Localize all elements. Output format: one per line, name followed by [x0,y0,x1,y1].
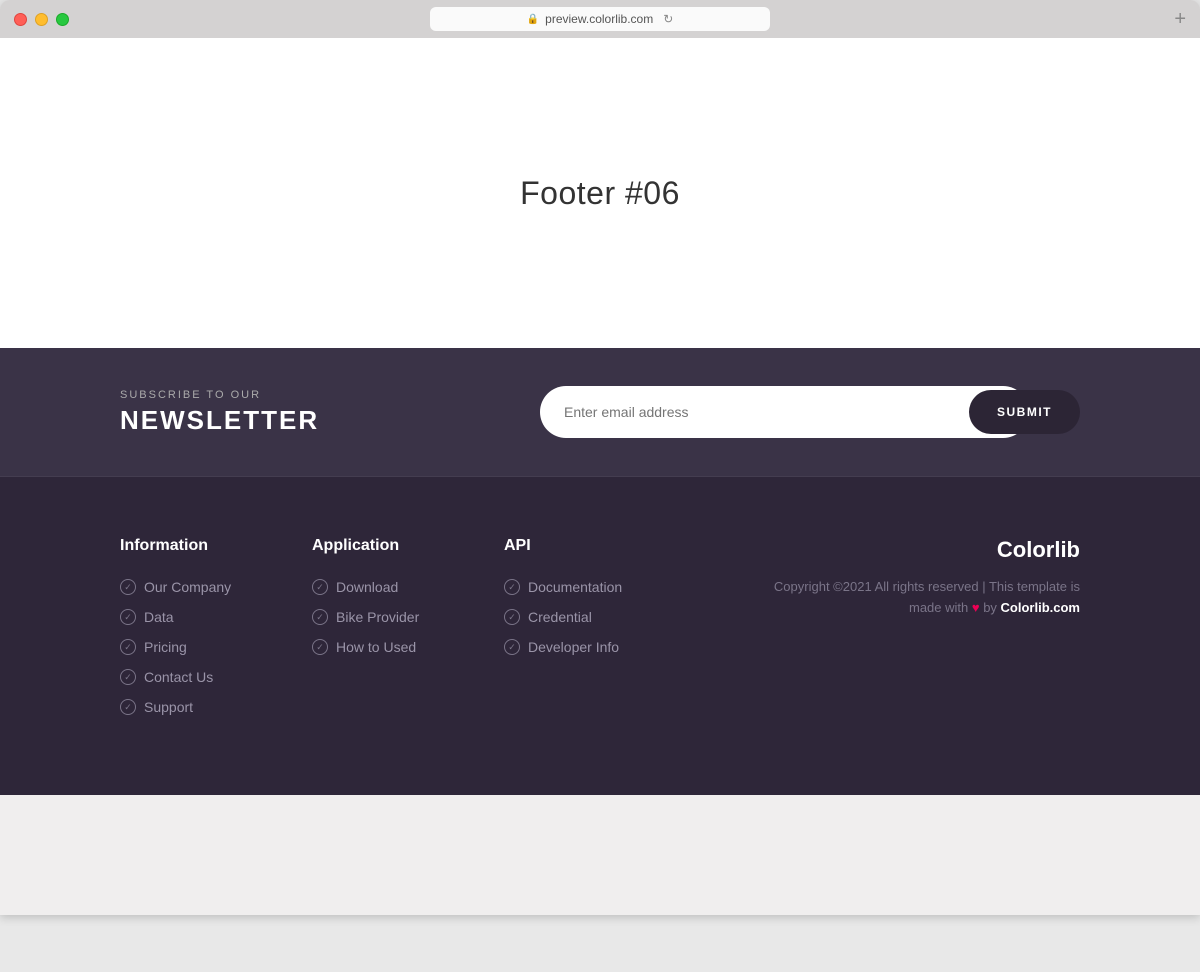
link-label: Data [144,609,174,625]
footer-columns: Information ✓Our Company ✓Data ✓Pricing … [120,537,1080,715]
footer-col-brand: Colorlib Copyright ©2021 All rights rese… [696,537,1080,715]
list-item[interactable]: ✓ Bike Provider [312,609,504,625]
api-title: API [504,537,696,555]
list-item[interactable]: ✓ Download [312,579,504,595]
check-icon: ✓ [312,609,328,625]
link-label: Bike Provider [336,609,419,625]
heart-symbol: ♥ [972,600,980,615]
browser-window: 🔒 preview.colorlib.com ↻ + Footer #06 SU… [0,0,1200,915]
list-item[interactable]: ✓ Contact Us [120,669,312,685]
link-label: Download [336,579,398,595]
link-label: Documentation [528,579,622,595]
newsletter-text: SUBSCRIBE TO OUR NEWSLETTER [120,389,319,436]
browser-titlebar: 🔒 preview.colorlib.com ↻ + [0,0,1200,38]
list-item[interactable]: ✓ How to Used [312,639,504,655]
footer-col-application: Application ✓ Download ✓ Bike Provider ✓ Ho… [312,537,504,715]
check-icon: ✓ [120,699,136,715]
check-icon: ✓ [120,669,136,685]
colorlib-link[interactable]: Colorlib.com [1001,600,1080,615]
new-tab-button[interactable]: + [1174,9,1186,29]
close-button[interactable] [14,13,27,26]
footer-main: Information ✓Our Company ✓Data ✓Pricing … [0,477,1200,795]
maximize-button[interactable] [56,13,69,26]
submit-button[interactable]: SUBMIT [969,390,1080,434]
hero-section: Footer #06 [0,38,1200,348]
minimize-button[interactable] [35,13,48,26]
newsletter-section: SUBSCRIBE TO OUR NEWSLETTER SUBMIT [0,348,1200,477]
list-item[interactable]: ✓ Credential [504,609,696,625]
link-label: Credential [528,609,592,625]
newsletter-title: NEWSLETTER [120,405,319,436]
lock-icon: 🔒 [527,14,539,25]
footer-col-api: API ✓ Documentation ✓ Credential ✓ Develope… [504,537,696,715]
link-label: Pricing [144,639,187,655]
check-icon: ✓ [120,609,136,625]
check-icon: ✓ [312,579,328,595]
check-icon: ✓ [504,609,520,625]
check-icon: ✓ [120,579,136,595]
list-item[interactable]: ✓ Our Company [120,579,312,595]
information-links: ✓Our Company ✓Data ✓Pricing ✓Contact Us … [120,579,312,715]
copyright-by: by [983,600,1000,615]
link-label: Contact Us [144,669,213,685]
information-title: Information [120,537,312,555]
application-title: Application [312,537,504,555]
list-item[interactable]: ✓ Pricing [120,639,312,655]
page-title: Footer #06 [520,175,680,212]
link-label: Developer Info [528,639,619,655]
email-input[interactable] [540,386,1029,438]
list-item[interactable]: ✓ Developer Info [504,639,696,655]
page-bottom [0,795,1200,915]
application-links: ✓ Download ✓ Bike Provider ✓ How to Used [312,579,504,655]
link-label: Our Company [144,579,231,595]
link-label: Support [144,699,193,715]
subscribe-label: SUBSCRIBE TO OUR [120,389,319,401]
check-icon: ✓ [504,639,520,655]
link-label: How to Used [336,639,416,655]
check-icon: ✓ [504,579,520,595]
copyright-text: Copyright ©2021 All rights reserved | Th… [774,577,1080,619]
newsletter-form: SUBMIT [540,386,1080,438]
check-icon: ✓ [312,639,328,655]
browser-content: Footer #06 SUBSCRIBE TO OUR NEWSLETTER S… [0,38,1200,915]
footer-col-information: Information ✓Our Company ✓Data ✓Pricing … [120,537,312,715]
url-text: preview.colorlib.com [545,12,653,26]
list-item[interactable]: ✓ Data [120,609,312,625]
list-item[interactable]: ✓ Support [120,699,312,715]
refresh-icon[interactable]: ↻ [663,12,673,26]
brand-name: Colorlib [997,537,1080,563]
check-icon: ✓ [120,639,136,655]
address-bar[interactable]: 🔒 preview.colorlib.com ↻ [430,7,770,31]
list-item[interactable]: ✓ Documentation [504,579,696,595]
api-links: ✓ Documentation ✓ Credential ✓ Developer In… [504,579,696,655]
